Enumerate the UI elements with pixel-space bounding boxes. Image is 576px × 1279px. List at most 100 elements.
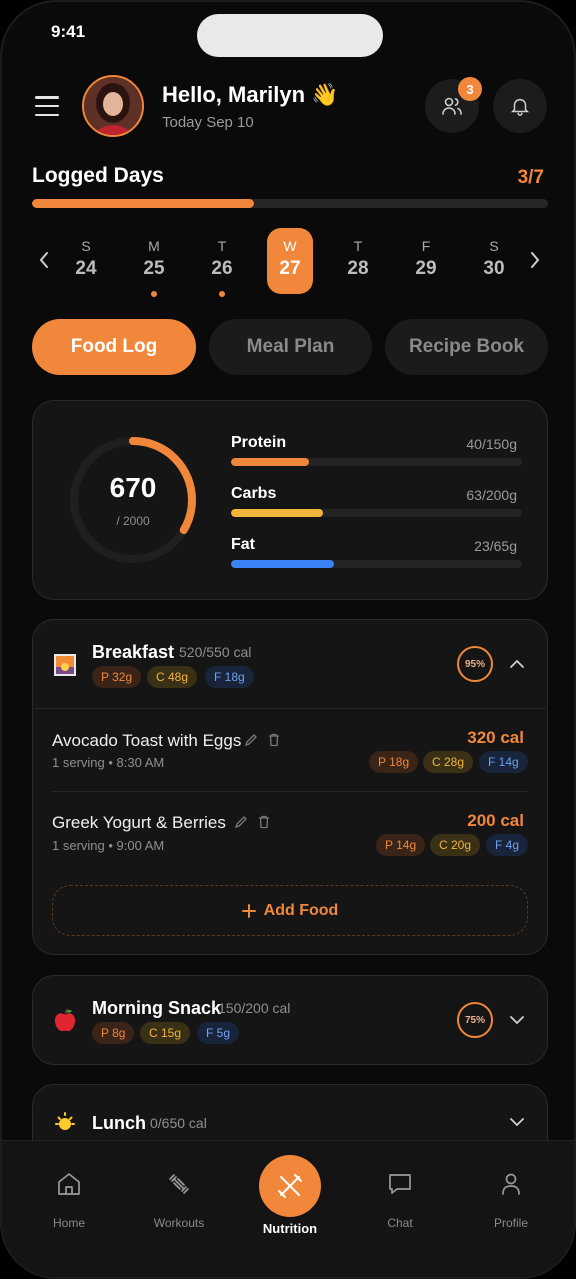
food-fat-chip: F 14g (479, 751, 528, 773)
food-carbs-chip: C 28g (423, 751, 474, 773)
nav-workouts-label: Workouts (153, 1216, 205, 1230)
snack-percent: 75% (457, 1002, 493, 1038)
food-item-name[interactable]: Avocado Toast with Eggs (52, 731, 241, 751)
status-time: 9:41 (51, 22, 86, 41)
calendar-day[interactable]: S 24 (63, 228, 109, 294)
calories-consumed: 670 (109, 472, 157, 503)
calendar-day[interactable]: W 27 (267, 228, 313, 294)
tab-recipe-book[interactable]: Recipe Book (385, 319, 548, 375)
food-divider (52, 791, 528, 792)
day-name: W (283, 238, 297, 254)
calendar-day[interactable]: T 26 (199, 228, 245, 294)
dumbbell-icon (169, 1174, 189, 1194)
breakfast-header-divider (34, 708, 546, 709)
logged-days-progress (32, 199, 548, 208)
edit-icon[interactable] (244, 733, 258, 747)
chevron-down-icon[interactable] (509, 1114, 525, 1130)
logged-days-count: 3/7 (517, 167, 544, 188)
user-icon (502, 1173, 520, 1195)
date-subtitle: Today Sep 10 (162, 114, 254, 131)
lunch-calories: 0/650 cal (150, 1115, 207, 1131)
day-name: T (217, 238, 227, 254)
morning-snack-calories: 150/200 cal (218, 1000, 291, 1016)
fat-label: Fat (231, 536, 255, 553)
nav-home-label: Home (52, 1216, 85, 1230)
calendar-day[interactable]: S 30 (471, 228, 517, 294)
lunch-title: Lunch (92, 1113, 146, 1133)
chevron-up-icon[interactable] (509, 656, 525, 672)
chevron-down-icon[interactable] (509, 1012, 525, 1028)
apple-icon (54, 1008, 76, 1032)
calendar-day[interactable]: F 29 (403, 228, 449, 294)
food-item-name[interactable]: Greek Yogurt & Berries (52, 813, 226, 833)
add-food-button[interactable]: Add Food (52, 885, 528, 936)
breakfast-calories: 520/550 cal (179, 644, 252, 660)
tab-food-log[interactable]: Food Log (32, 319, 196, 375)
logged-day-dot (219, 291, 225, 297)
calendar-next-button[interactable] (525, 248, 545, 272)
day-name: S (81, 238, 91, 254)
food-protein-chip: P 18g (369, 751, 419, 773)
food-item-calories: 200 cal (467, 811, 524, 830)
calendar-prev-button[interactable] (34, 248, 54, 272)
day-number: 26 (211, 258, 233, 279)
day-name: M (148, 238, 160, 254)
add-food-label: Add Food (263, 901, 339, 919)
protein-value: 40/150g (466, 436, 517, 452)
chat-icon (389, 1174, 411, 1194)
plus-icon (241, 903, 256, 918)
edit-icon[interactable] (234, 815, 248, 829)
day-number: 25 (143, 258, 165, 279)
sun-icon (55, 1112, 75, 1130)
carbs-value: 63/200g (466, 487, 517, 503)
nav-workouts[interactable]: Workouts (129, 1171, 229, 1230)
nav-nutrition-label: Nutrition (262, 1221, 318, 1236)
food-item-meta: 1 serving • 8:30 AM (52, 755, 165, 770)
day-number: 30 (483, 258, 505, 279)
breakfast-protein-chip: P 32g (92, 666, 142, 688)
day-name: F (421, 238, 431, 254)
fat-value: 23/65g (474, 538, 517, 554)
friends-badge: 3 (458, 77, 482, 101)
nav-chat[interactable]: Chat (350, 1171, 450, 1230)
trash-icon[interactable] (267, 733, 281, 747)
snack-fat-chip: F 5g (197, 1022, 240, 1044)
day-number: 24 (75, 258, 97, 279)
fat-bar (231, 560, 522, 568)
trash-icon[interactable] (257, 815, 271, 829)
nav-profile[interactable]: Profile (461, 1171, 561, 1230)
notifications-button[interactable] (493, 79, 547, 133)
avatar[interactable] (82, 75, 144, 137)
calories-goal: / 2000 (116, 514, 150, 528)
carbs-label: Carbs (231, 485, 277, 502)
day-number: 28 (347, 258, 369, 279)
menu-icon[interactable] (35, 96, 59, 116)
phone-screen: 9:41 Hello, Marilyn 👋 Today Sep 10 3 Log… (0, 0, 576, 1279)
food-carbs-chip: C 20g (430, 834, 481, 856)
protein-bar (231, 458, 522, 466)
day-number: 29 (415, 258, 437, 279)
day-name: T (353, 238, 363, 254)
nav-profile-label: Profile (493, 1216, 528, 1230)
food-fat-chip: F 4g (486, 834, 529, 856)
logged-day-dot (151, 291, 157, 297)
bottom-navigation: Home Workouts Nutrition Chat Profile (2, 1140, 574, 1277)
day-name: S (489, 238, 499, 254)
nav-home[interactable]: Home (19, 1171, 119, 1230)
calendar-day[interactable]: M 25 (131, 228, 177, 294)
bell-icon (510, 98, 530, 116)
day-number: 27 (279, 258, 301, 279)
snack-carbs-chip: C 15g (140, 1022, 191, 1044)
home-icon (58, 1173, 80, 1195)
greeting-text: Hello, Marilyn 👋 (162, 82, 339, 107)
dynamic-island (197, 14, 383, 57)
calendar-day[interactable]: T 28 (335, 228, 381, 294)
tab-meal-plan[interactable]: Meal Plan (209, 319, 372, 375)
carbs-bar (231, 509, 522, 517)
chevron-right-icon (531, 252, 540, 268)
breakfast-title: Breakfast (92, 642, 175, 662)
breakfast-percent: 95% (457, 646, 493, 682)
fork-knife-icon (278, 1174, 302, 1198)
nav-nutrition[interactable] (259, 1155, 321, 1217)
logged-days-title: Logged Days (32, 164, 164, 187)
